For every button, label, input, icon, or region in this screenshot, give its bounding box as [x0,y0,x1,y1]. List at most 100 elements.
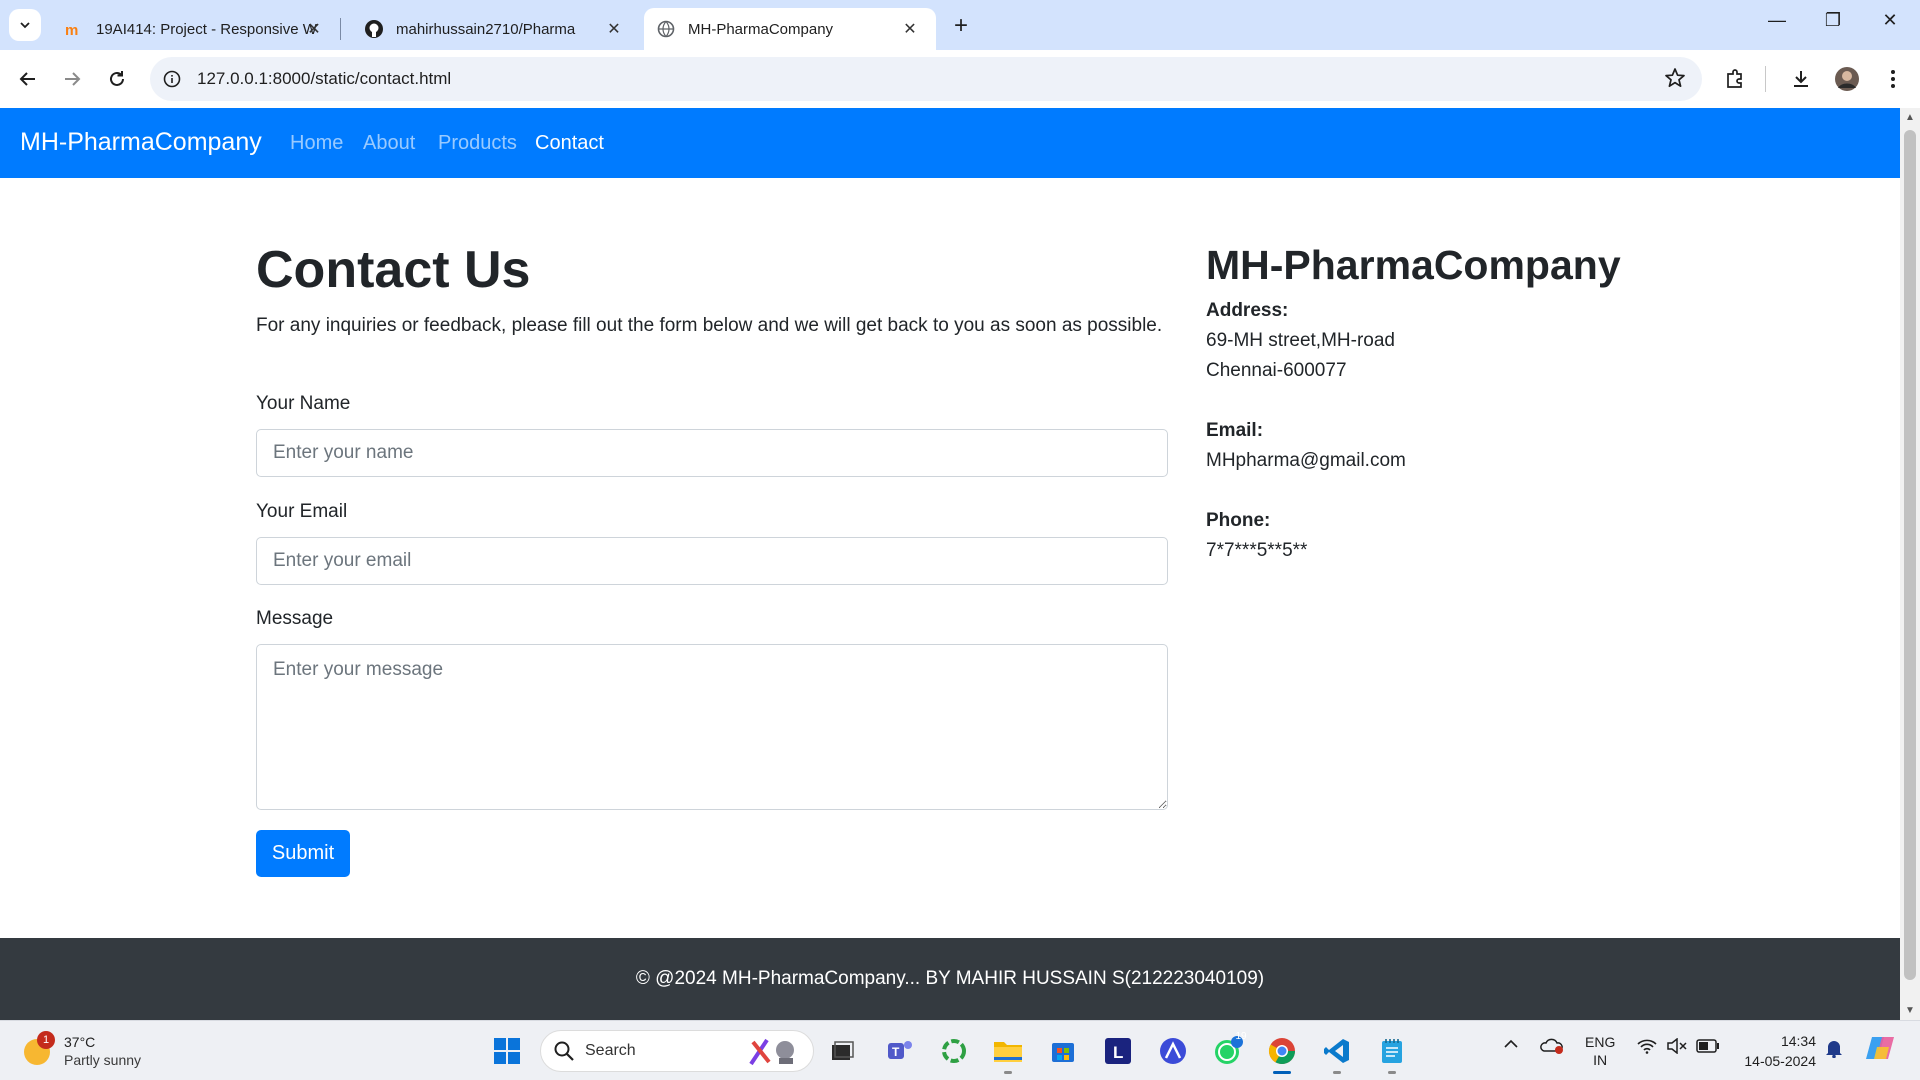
tab-close-icon[interactable]: ✕ [604,19,624,39]
language-bottom: IN [1593,1052,1608,1068]
tab-close-icon[interactable]: ✕ [304,19,324,39]
reload-icon[interactable] [102,64,132,94]
restore-icon[interactable]: ❐ [1821,10,1845,31]
browser-tab-active[interactable]: MH-PharmaCompany ✕ [644,8,936,50]
nav-link-products[interactable]: Products [438,132,517,155]
windows-icon [494,1038,520,1064]
teams-icon[interactable]: T [880,1031,920,1071]
new-tab-icon[interactable]: + [948,12,974,40]
address-bar[interactable]: 127.0.0.1:8000/static/contact.html [150,57,1702,101]
browser-tab-strip: m 19AI414: Project - Responsive W ✕ mahi… [0,0,1920,50]
active-indicator [1273,1071,1291,1074]
tab-title: mahirhussain2710/Pharma [396,20,576,38]
tab-title: MH-PharmaCompany [688,20,834,38]
taskbar-search[interactable]: Search [540,1030,814,1072]
clock-time: 14:34 [1780,1033,1816,1049]
company-name: MH-PharmaCompany [1206,242,1621,288]
page-title: Contact Us [256,241,531,299]
app-a-icon[interactable] [1153,1031,1193,1071]
search-highlight-icon [749,1038,794,1066]
back-icon[interactable] [13,64,43,94]
l-app-icon[interactable]: L [1098,1031,1138,1071]
volume-muted-icon[interactable] [1666,1037,1688,1057]
tab-title: 19AI414: Project - Responsive W [96,20,317,38]
file-explorer-icon[interactable] [988,1031,1028,1071]
start-button[interactable] [487,1031,527,1071]
onedrive-error-icon[interactable] [1540,1037,1564,1058]
svg-text:L: L [1113,1043,1123,1062]
svg-text:T: T [892,1045,900,1059]
globe-icon [656,19,676,39]
name-label: Your Name [256,393,351,414]
message-label: Message [256,608,334,629]
phone-label: Phone: [1206,510,1271,531]
close-window-icon[interactable]: ✕ [1878,10,1902,31]
more-menu-icon[interactable] [1878,64,1908,94]
scroll-up-icon[interactable]: ▲ [1905,112,1915,123]
nav-link-home[interactable]: Home [290,132,343,155]
page-scrollbar[interactable]: ▲ ▼ [1900,108,1920,1020]
running-indicator [1333,1071,1341,1074]
bookmark-star-icon[interactable] [1664,67,1686,94]
search-label: Search [585,1042,636,1059]
address-line-1: 69-MH street,MH-road [1206,330,1395,351]
language-indicator[interactable]: ENG IN [1585,1033,1615,1069]
email-label: Your Email [256,501,348,522]
submit-button[interactable]: Submit [256,830,350,877]
github-icon [364,19,384,39]
scroll-down-icon[interactable]: ▼ [1905,1005,1915,1016]
vscode-icon[interactable] [1317,1031,1357,1071]
email-input[interactable] [256,537,1168,585]
weather-condition: Partly sunny [64,1052,142,1068]
phone-value: 7*7***5**5** [1206,540,1308,561]
page-viewport: MH-PharmaCompany Home About Products Con… [0,108,1900,1020]
nav-link-contact[interactable]: Contact [535,132,604,155]
email-info-value: MHpharma@gmail.com [1206,450,1406,471]
address-line-2: Chennai-600077 [1206,360,1347,381]
wifi-icon[interactable] [1636,1038,1658,1057]
battery-icon[interactable] [1696,1039,1720,1056]
chrome-icon[interactable] [1262,1031,1302,1071]
profile-avatar[interactable] [1832,64,1862,94]
chevron-down-icon [20,22,30,29]
site-navbar: MH-PharmaCompany Home About Products Con… [0,108,1900,178]
site-info-icon[interactable] [160,67,184,91]
svg-text:m: m [65,22,78,38]
browser-toolbar: 127.0.0.1:8000/static/contact.html [0,50,1920,108]
copilot-icon[interactable] [1864,1033,1896,1066]
address-url: 127.0.0.1:8000/static/contact.html [197,69,452,88]
weather-badge: 1 [37,1031,55,1049]
minimize-icon[interactable]: — [1765,10,1789,31]
whatsapp-badge: 19 [1235,1031,1247,1042]
whatsapp-icon[interactable]: 19 [1208,1031,1248,1071]
name-input[interactable] [256,429,1168,477]
nav-link-about[interactable]: About [363,132,415,155]
intro-text: For any inquiries or feedback, please fi… [256,315,1163,336]
moodle-icon: m [64,19,84,39]
address-label: Address: [1206,300,1289,321]
tab-search-button[interactable] [9,9,41,41]
microsoft-store-icon[interactable] [1043,1031,1083,1071]
message-textarea[interactable] [256,644,1168,810]
extensions-icon[interactable] [1720,64,1750,94]
browser-tab[interactable]: m 19AI414: Project - Responsive W ✕ [40,8,340,50]
clock[interactable]: 14:34 14-05-2024 [1744,1031,1816,1071]
weather-widget[interactable]: 1 37°C Partly sunny [22,1031,182,1071]
task-view-icon[interactable] [822,1031,862,1071]
taskbar: 1 37°C Partly sunny Search T L 19 ENG IN… [0,1020,1920,1080]
site-footer: © @2024 MH-PharmaCompany... BY MAHIR HUS… [0,938,1900,1020]
weather-temperature: 37°C [64,1034,96,1050]
forward-icon[interactable] [57,64,87,94]
refresh-app-icon[interactable] [934,1031,974,1071]
tab-close-icon[interactable]: ✕ [900,19,920,39]
browser-tab[interactable]: mahirhussain2710/Pharma ✕ [340,8,640,50]
site-brand[interactable]: MH-PharmaCompany [20,128,262,157]
downloads-icon[interactable] [1786,64,1816,94]
notepad-icon[interactable] [1372,1031,1412,1071]
show-hidden-icons[interactable] [1503,1037,1519,1053]
email-info-label: Email: [1206,420,1264,441]
running-indicator [1004,1071,1012,1074]
notification-bell-icon[interactable] [1825,1038,1843,1061]
scrollbar-thumb[interactable] [1904,130,1916,980]
language-top: ENG [1585,1034,1616,1050]
